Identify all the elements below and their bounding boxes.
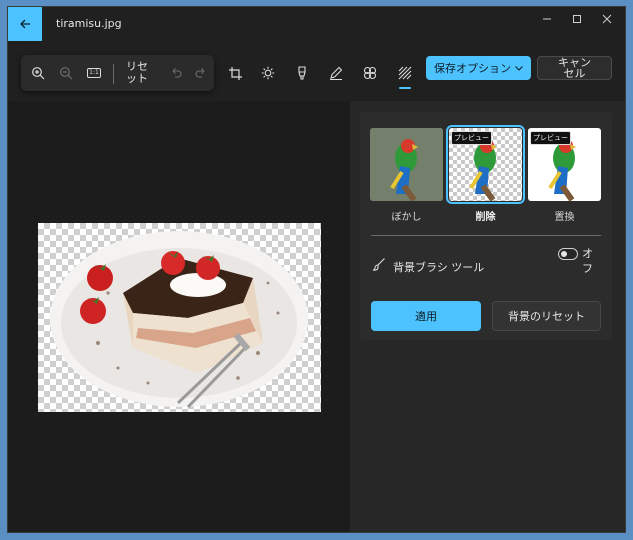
tiramisu-image <box>50 231 308 409</box>
title-bar: tiramisu.jpg <box>8 7 625 41</box>
option-remove-label: 削除 <box>475 212 496 223</box>
minimize-icon <box>543 18 551 20</box>
image-canvas[interactable] <box>8 101 350 532</box>
reset-background-button[interactable]: 背景のリセット <box>492 301 601 331</box>
actual-size-label: 1:1 <box>89 69 99 76</box>
brush-tool-label: 背景ブラシ ツール <box>393 261 485 274</box>
background-button[interactable] <box>394 62 416 84</box>
reset-button[interactable]: リセット <box>122 61 152 85</box>
marker-button[interactable] <box>291 62 313 84</box>
save-options-button[interactable]: 保存オプション <box>426 56 531 80</box>
undo-icon <box>172 68 182 78</box>
apply-label: 適用 <box>415 310 437 323</box>
app-window: tiramisu.jpg 1:1 リセット 保存オプション キャンセル プレビュ… <box>7 6 626 533</box>
background-panel: プレビュー プレビュー ぼかし 削除 置換 背景ブラシ ツール オフ 適用 背景… <box>350 101 625 532</box>
background-options-card: プレビュー プレビュー ぼかし 削除 置換 背景ブラシ ツール オフ 適用 背景… <box>360 112 612 340</box>
option-remove-thumbnail[interactable]: プレビュー <box>446 125 525 204</box>
zoom-in-button[interactable] <box>27 62 49 84</box>
maximize-button[interactable] <box>562 7 592 31</box>
edit-toolbar: 1:1 リセット <box>8 51 625 95</box>
back-button[interactable] <box>8 7 42 41</box>
close-icon <box>602 14 612 24</box>
toolbar-separator <box>113 64 114 84</box>
panel-divider <box>371 235 601 236</box>
option-blur-label: ぼかし <box>391 212 422 223</box>
brightness-button[interactable] <box>257 62 279 84</box>
background-icon <box>398 66 412 80</box>
save-dropdown-button[interactable] <box>511 60 527 76</box>
crop-button[interactable] <box>224 62 246 84</box>
reset-background-label: 背景のリセット <box>508 310 585 323</box>
actual-size-button[interactable]: 1:1 <box>83 62 105 84</box>
toggle-knob <box>561 251 567 257</box>
option-replace-thumbnail[interactable]: プレビュー <box>528 128 601 201</box>
option-replace-label: 置換 <box>554 212 575 223</box>
chevron-down-icon <box>515 66 523 71</box>
minimize-button[interactable] <box>532 7 562 31</box>
brush-icon <box>372 258 385 271</box>
zoom-group: 1:1 リセット <box>21 55 214 91</box>
option-blur-thumbnail[interactable] <box>370 128 443 201</box>
apply-button[interactable]: 適用 <box>371 301 481 331</box>
zoom-in-icon <box>32 67 45 80</box>
brush-tool-button[interactable] <box>372 257 388 273</box>
active-tool-indicator <box>399 87 411 89</box>
zoom-out-button[interactable] <box>55 62 77 84</box>
brush-tool-toggle[interactable] <box>558 248 578 260</box>
redo-button[interactable] <box>190 62 212 84</box>
redo-icon <box>195 68 205 78</box>
brightness-icon <box>261 66 275 80</box>
filter-button[interactable] <box>359 62 381 84</box>
actual-size-icon: 1:1 <box>87 68 101 78</box>
photo-tiramisu <box>38 223 321 412</box>
close-button[interactable] <box>592 7 622 31</box>
crop-icon <box>228 66 242 80</box>
parrot-image <box>370 128 443 201</box>
window-title: tiramisu.jpg <box>56 17 122 30</box>
pen-button[interactable] <box>325 62 347 84</box>
arrow-left-icon <box>20 19 30 29</box>
cancel-label: キャンセル <box>558 56 591 80</box>
preview-badge: プレビュー <box>451 131 492 145</box>
marker-icon <box>298 66 306 80</box>
maximize-icon <box>573 15 581 23</box>
toggle-state-label: オフ <box>582 247 593 275</box>
preview-badge: プレビュー <box>530 131 571 145</box>
filter-icon <box>363 66 377 80</box>
cancel-button[interactable]: キャンセル <box>537 56 612 80</box>
zoom-out-icon <box>60 67 73 80</box>
pen-icon <box>330 66 343 80</box>
save-options-label: 保存オプション <box>434 62 511 75</box>
undo-button[interactable] <box>165 62 187 84</box>
